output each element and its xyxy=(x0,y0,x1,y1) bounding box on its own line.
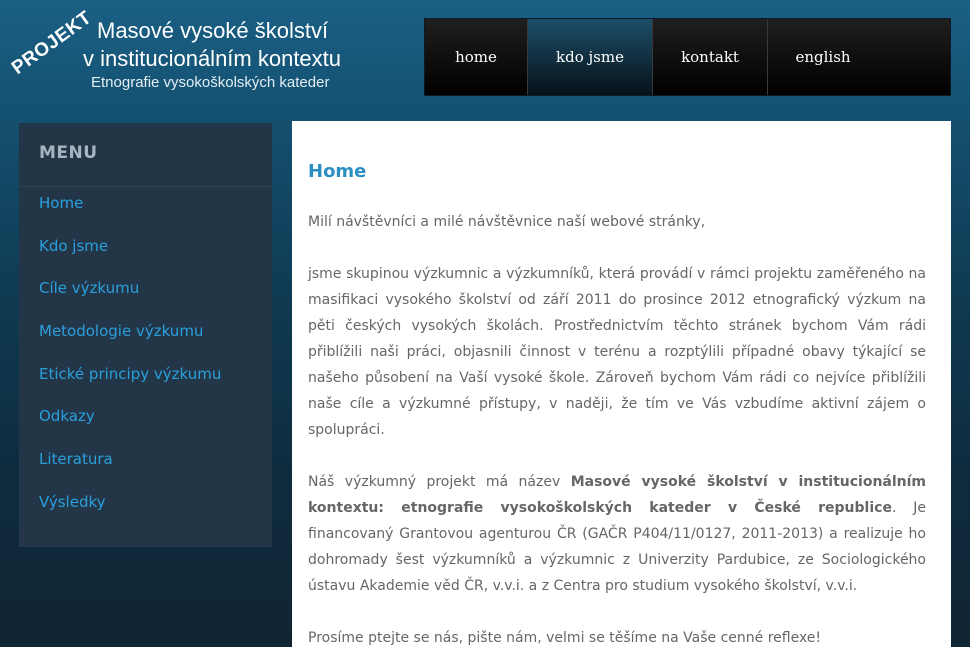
menu-item-cile-vyzkumu[interactable]: Cíle výzkumu xyxy=(39,277,221,320)
menu-item-eticke-principy[interactable]: Etické principy výzkumu xyxy=(39,363,221,406)
project-badge: PROJEKT xyxy=(7,7,96,79)
main-content: Home Milí návštěvníci a milé návštěvnice… xyxy=(292,121,951,647)
greeting-paragraph: Milí návštěvníci a milé návštěvnice naší… xyxy=(308,214,706,230)
nav-item-home[interactable]: home xyxy=(425,19,528,95)
nav-item-kdo-jsme[interactable]: kdo jsme xyxy=(528,19,653,95)
site-title-line2: v institucionálním kontextu xyxy=(83,46,342,71)
nav-item-english[interactable]: english xyxy=(768,19,878,95)
nav-item-kontakt[interactable]: kontakt xyxy=(653,19,768,95)
menu-item-vysledky[interactable]: Výsledky xyxy=(39,491,221,534)
intro-paragraph: jsme skupinou výzkumnic a výzkumníků, kt… xyxy=(308,266,926,438)
menu-list: Home Kdo jsme Cíle výzkumu Metodologie v… xyxy=(39,192,221,534)
menu-item-literatura[interactable]: Literatura xyxy=(39,448,221,491)
top-navigation: home kdo jsme kontakt english xyxy=(424,18,951,96)
page-title: Home xyxy=(308,161,367,182)
site-subtitle: Etnografie vysokoškolských kateder xyxy=(91,74,330,91)
menu-item-metodologie-vyzkumu[interactable]: Metodologie výzkumu xyxy=(39,320,221,363)
menu-item-home[interactable]: Home xyxy=(39,192,221,235)
contact-paragraph: Prosíme ptejte se nás, pište nám, velmi … xyxy=(308,630,822,646)
menu-title: MENU xyxy=(39,143,98,163)
menu-divider xyxy=(19,186,272,187)
project-paragraph: Náš výzkumný projekt má název Masové vys… xyxy=(308,469,926,599)
project-text-start: Náš výzkumný projekt má název xyxy=(308,474,571,490)
menu-item-odkazy[interactable]: Odkazy xyxy=(39,405,221,448)
site-title-line1: Masové vysoké školství xyxy=(97,18,329,43)
sidebar-menu: MENU Home Kdo jsme Cíle výzkumu Metodolo… xyxy=(19,123,272,547)
menu-item-kdo-jsme[interactable]: Kdo jsme xyxy=(39,235,221,278)
